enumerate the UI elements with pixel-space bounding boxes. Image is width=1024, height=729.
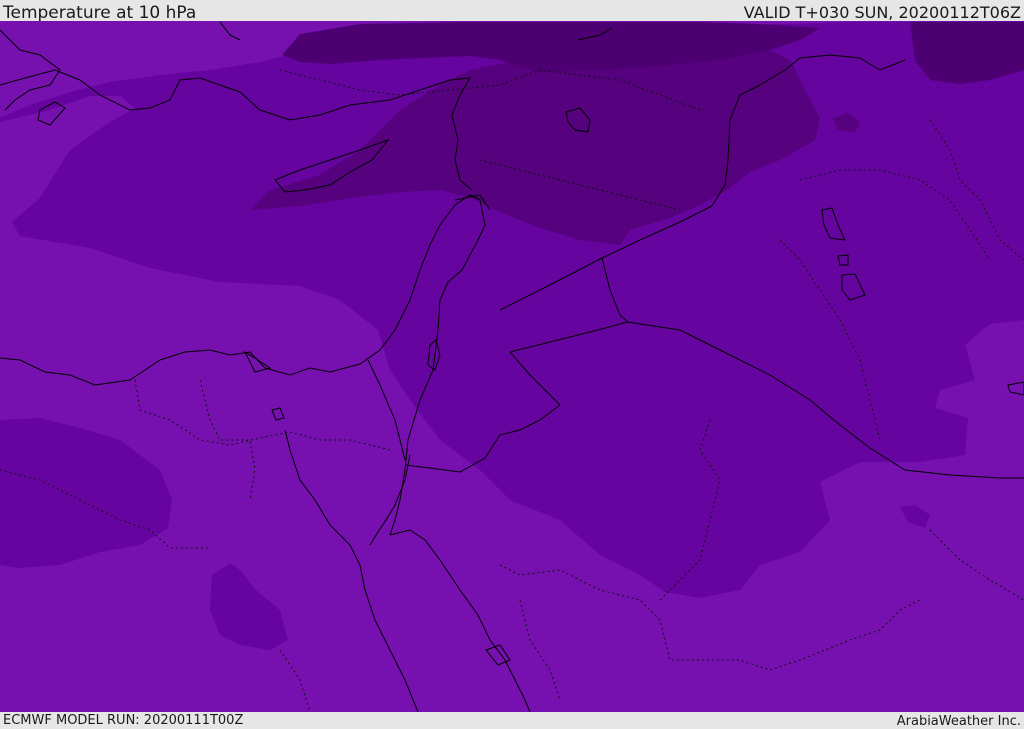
header-bar: Temperature at 10 hPa VALID T+030 SUN, 2… [0,0,1024,23]
map-title: Temperature at 10 hPa [3,3,197,23]
valid-time-label: VALID T+030 SUN, 20200112T06Z [743,3,1021,22]
footer-bar: ECMWF MODEL RUN: 20200111T00Z ArabiaWeat… [0,712,1024,729]
credit-label: ArabiaWeather Inc. [896,714,1021,729]
temperature-band-darkest-2 [910,22,1024,84]
weather-map-frame: Temperature at 10 hPa VALID T+030 SUN, 2… [0,0,1024,729]
temperature-map [0,21,1024,712]
model-run-label: ECMWF MODEL RUN: 20200111T00Z [3,713,244,728]
